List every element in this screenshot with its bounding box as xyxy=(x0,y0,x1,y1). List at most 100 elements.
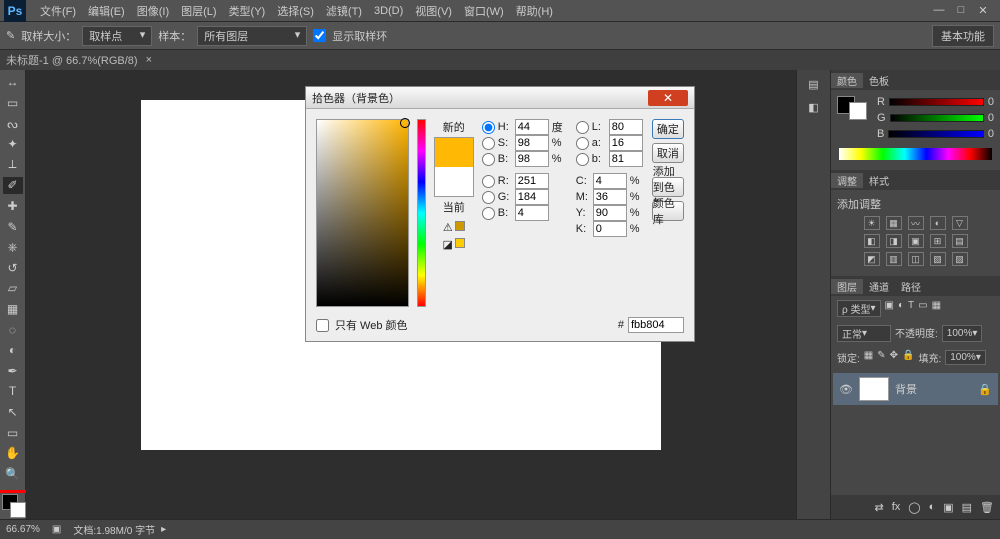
websafe-swatch[interactable] xyxy=(455,238,465,248)
wand-tool-icon[interactable]: ✦ xyxy=(3,136,23,153)
window-close-icon[interactable]: ✕ xyxy=(976,4,990,17)
layer-row[interactable]: 👁 背景 🔒 xyxy=(833,373,998,405)
shape-tool-icon[interactable]: ▭ xyxy=(3,424,23,441)
zoom-level[interactable]: 66.67% xyxy=(6,524,40,535)
zoom-tool-icon[interactable]: 🔍 xyxy=(3,466,23,483)
menu-window[interactable]: 窗口(W) xyxy=(458,3,510,19)
spectrum-strip[interactable] xyxy=(839,148,992,160)
hex-input[interactable] xyxy=(628,317,684,333)
adj-hue-icon[interactable]: ◧ xyxy=(864,234,880,248)
m-input[interactable] xyxy=(593,189,627,205)
adj-map-icon[interactable]: ▧ xyxy=(930,252,946,266)
s-input[interactable] xyxy=(515,135,549,151)
stamp-tool-icon[interactable]: ⎈ xyxy=(3,239,23,256)
lasso-tool-icon[interactable]: ᔓ xyxy=(3,115,23,132)
c-input[interactable] xyxy=(593,173,627,189)
adj-poster-icon[interactable]: ▥ xyxy=(886,252,902,266)
new-fill-icon[interactable]: ◐ xyxy=(929,501,936,513)
g-input[interactable] xyxy=(515,189,549,205)
adj-mixer-icon[interactable]: ⊞ xyxy=(930,234,946,248)
color-libraries-button[interactable]: 颜色库 xyxy=(652,201,684,221)
blur-tool-icon[interactable]: ◌ xyxy=(3,321,23,338)
menu-3d[interactable]: 3D(D) xyxy=(368,5,409,17)
visibility-eye-icon[interactable]: 👁 xyxy=(839,383,853,396)
brush-tool-icon[interactable]: ✎ xyxy=(3,218,23,235)
g-radio[interactable] xyxy=(482,191,495,204)
menu-filter[interactable]: 滤镜(T) xyxy=(320,3,368,19)
filter-pixel-icon[interactable]: ▣ xyxy=(885,300,894,317)
menu-help[interactable]: 帮助(H) xyxy=(510,3,559,19)
menu-layer[interactable]: 图层(L) xyxy=(175,3,222,19)
menu-image[interactable]: 图像(I) xyxy=(131,3,175,19)
r-radio[interactable] xyxy=(482,175,495,188)
delete-layer-icon[interactable]: 🗑 xyxy=(980,501,994,514)
layer-filter-dropdown[interactable]: ρ 类型 ▾ xyxy=(837,300,881,317)
dodge-tool-icon[interactable]: ◐ xyxy=(3,342,23,359)
hue-slider[interactable] xyxy=(417,119,426,307)
move-tool-icon[interactable]: ↔ xyxy=(3,74,23,91)
lock-all-icon[interactable]: 🔒 xyxy=(902,350,914,365)
panel-bg-swatch[interactable] xyxy=(849,102,867,120)
ok-button[interactable]: 确定 xyxy=(652,119,684,139)
tab-adjustments[interactable]: 调整 xyxy=(831,173,863,188)
tab-layers[interactable]: 图层 xyxy=(831,279,863,294)
path-tool-icon[interactable]: ↖ xyxy=(3,404,23,421)
history-panel-icon[interactable]: ▤ xyxy=(808,78,818,91)
pen-tool-icon[interactable]: ✒ xyxy=(3,363,23,380)
lab-b-radio[interactable] xyxy=(576,153,589,166)
marquee-tool-icon[interactable]: ▭ xyxy=(3,95,23,112)
tab-channels[interactable]: 通道 xyxy=(863,279,895,294)
adj-levels-icon[interactable]: ▦ xyxy=(886,216,902,230)
h-input[interactable] xyxy=(515,119,549,135)
b-slider[interactable] xyxy=(888,130,984,138)
lock-trans-icon[interactable]: ▦ xyxy=(864,350,873,365)
fx-icon[interactable]: fx xyxy=(892,501,901,513)
heal-tool-icon[interactable]: ✚ xyxy=(3,198,23,215)
tab-styles[interactable]: 样式 xyxy=(863,173,895,188)
show-ring-checkbox[interactable] xyxy=(313,29,326,42)
b-input[interactable] xyxy=(515,205,549,221)
close-tab-icon[interactable]: × xyxy=(146,54,152,66)
new-layer-icon[interactable]: ▤ xyxy=(962,501,972,514)
crop-tool-icon[interactable]: ⟂ xyxy=(3,156,23,173)
adj-vibrance-icon[interactable]: ▽ xyxy=(952,216,968,230)
tab-paths[interactable]: 路径 xyxy=(895,279,927,294)
s-radio[interactable] xyxy=(482,137,495,150)
l-radio[interactable] xyxy=(576,121,589,134)
dialog-titlebar[interactable]: 拾色器（背景色） ✕ xyxy=(306,87,694,109)
l-input[interactable] xyxy=(609,119,643,135)
workspace-switcher[interactable]: 基本功能 xyxy=(932,25,994,47)
doc-info-icon[interactable]: ▣ xyxy=(52,524,61,535)
filter-adj-icon[interactable]: ◐ xyxy=(898,300,904,317)
bv-radio[interactable] xyxy=(482,153,495,166)
doc-info-arrow-icon[interactable]: ▸ xyxy=(161,524,166,535)
gamut-swatch[interactable] xyxy=(455,221,465,231)
websafe-warning-icon[interactable]: ◪ xyxy=(443,238,453,251)
hand-tool-icon[interactable]: ✋ xyxy=(3,445,23,462)
r-input[interactable] xyxy=(515,173,549,189)
layer-thumbnail[interactable] xyxy=(859,377,889,401)
k-input[interactable] xyxy=(593,221,627,237)
window-min-icon[interactable]: — xyxy=(932,4,946,17)
b-radio[interactable] xyxy=(482,207,495,220)
adj-invert-icon[interactable]: ◩ xyxy=(864,252,880,266)
menu-view[interactable]: 视图(V) xyxy=(409,3,458,19)
new-group-icon[interactable]: ▣ xyxy=(943,501,953,514)
fill-dropdown[interactable]: 100%▾ xyxy=(945,350,986,365)
current-color-swatch[interactable] xyxy=(435,167,473,196)
eraser-tool-icon[interactable]: ▱ xyxy=(3,280,23,297)
window-max-icon[interactable]: □ xyxy=(954,4,968,17)
menu-select[interactable]: 选择(S) xyxy=(271,3,320,19)
eyedropper-tool-icon[interactable]: ✐ xyxy=(3,177,23,194)
background-swatch[interactable] xyxy=(10,502,26,518)
properties-panel-icon[interactable]: ◧ xyxy=(808,101,818,114)
adj-bw-icon[interactable]: ◨ xyxy=(886,234,902,248)
lock-pixel-icon[interactable]: ✎ xyxy=(877,350,885,365)
mask-icon[interactable]: ◯ xyxy=(908,501,920,514)
type-tool-icon[interactable]: T xyxy=(3,383,23,400)
menu-type[interactable]: 类型(Y) xyxy=(223,3,272,19)
adj-curves-icon[interactable]: 〰 xyxy=(908,216,924,230)
y-input[interactable] xyxy=(593,205,627,221)
opacity-dropdown[interactable]: 100%▾ xyxy=(942,325,983,342)
filter-shape-icon[interactable]: ▭ xyxy=(918,300,927,317)
